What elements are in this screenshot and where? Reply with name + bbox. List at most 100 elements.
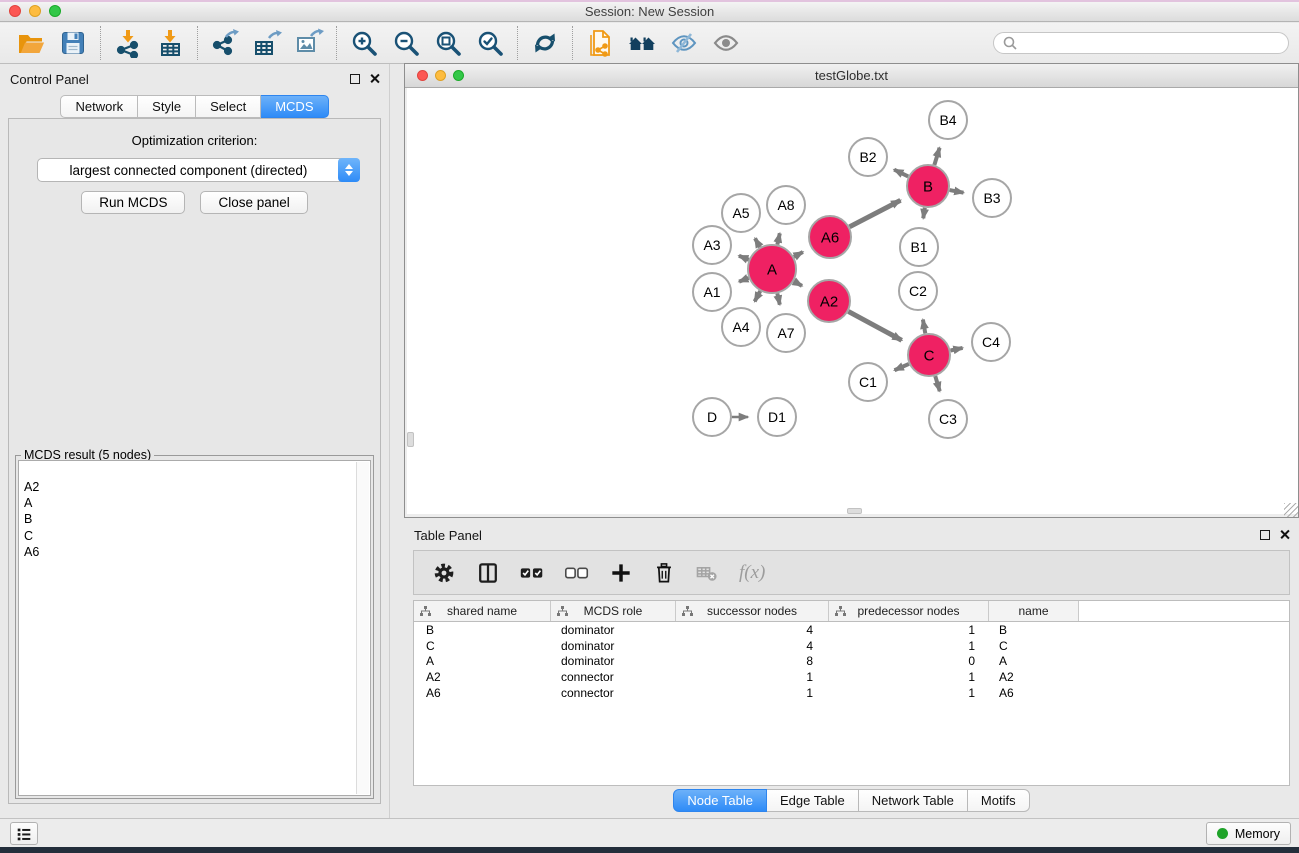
column-header-MCDS-role[interactable]: MCDS role (551, 601, 676, 621)
select-all-button[interactable] (518, 559, 546, 587)
table-row[interactable]: Adominator80A (414, 653, 1289, 669)
horizontal-scroll-thumb[interactable] (847, 508, 862, 514)
graph-node-C1[interactable]: C1 (849, 363, 887, 401)
memory-button[interactable]: Memory (1206, 822, 1291, 845)
zoom-in-button[interactable] (343, 25, 385, 61)
run-mcds-button[interactable]: Run MCDS (81, 191, 185, 214)
export-image-button[interactable] (288, 25, 330, 61)
tab-style[interactable]: Style (138, 95, 196, 118)
save-session-button[interactable] (52, 25, 94, 61)
column-header-successor-nodes[interactable]: successor nodes (676, 601, 829, 621)
refresh-button[interactable] (524, 25, 566, 61)
table-row[interactable]: A6connector11A6 (414, 685, 1289, 701)
network-document-button[interactable] (579, 25, 621, 61)
import-table-button[interactable] (149, 25, 191, 61)
graph-edge-A-A6[interactable] (794, 252, 803, 257)
graph-edge-B-B4[interactable] (934, 148, 939, 165)
graph-node-A[interactable]: A (748, 245, 796, 293)
tab-node-table[interactable]: Node Table (673, 789, 767, 812)
column-header-shared-name[interactable]: shared name (414, 601, 551, 621)
graph-node-A1[interactable]: A1 (693, 273, 731, 311)
graph-node-C[interactable]: C (908, 334, 950, 376)
graph-edge-A6-B[interactable] (850, 200, 901, 227)
graph-edge-A-A8[interactable] (777, 233, 779, 244)
table-row[interactable]: Cdominator41C (414, 638, 1289, 654)
graph-edge-C-C1[interactable] (895, 364, 909, 370)
graph-node-A5[interactable]: A5 (722, 194, 760, 232)
close-panel-button[interactable]: Close panel (200, 191, 307, 214)
zoom-selected-button[interactable] (469, 25, 511, 61)
graph-edge-A-A5[interactable] (755, 238, 760, 247)
deselect-all-button[interactable] (563, 559, 591, 587)
graph-edge-A-A1[interactable] (739, 278, 749, 282)
graph-node-B2[interactable]: B2 (849, 138, 887, 176)
graph-edge-A2-C[interactable] (848, 311, 901, 340)
table-row[interactable]: A2connector11A2 (414, 669, 1289, 685)
graph-node-A7[interactable]: A7 (767, 314, 805, 352)
search-input[interactable] (1023, 35, 1279, 51)
network-window-titlebar[interactable]: testGlobe.txt (405, 64, 1298, 88)
float-table-panel-icon[interactable] (1260, 530, 1270, 540)
eye-button[interactable] (705, 25, 747, 61)
network-canvas[interactable]: B4 B2 B B3 A8A5 A6 A3 B1 A A1 C2 A2 A4A7 C4 C C1 C3 D D1 (407, 88, 1298, 514)
zoom-out-button[interactable] (385, 25, 427, 61)
graph-node-B[interactable]: B (907, 165, 949, 207)
close-panel-icon[interactable] (369, 73, 380, 84)
graph-edge-B-B2[interactable] (894, 170, 908, 177)
graph-node-A3[interactable]: A3 (693, 226, 731, 264)
graph-edge-C-C3[interactable] (935, 376, 939, 391)
add-column-button[interactable] (608, 560, 634, 586)
graph-edge-C-C4[interactable] (951, 348, 963, 351)
graph-node-D[interactable]: D (693, 398, 731, 436)
tab-network-table[interactable]: Network Table (859, 789, 968, 812)
import-network-button[interactable] (107, 25, 149, 61)
mcds-result-item[interactable]: B (19, 511, 370, 527)
graph-node-A6[interactable]: A6 (809, 216, 851, 258)
result-scrollbar[interactable] (356, 462, 369, 794)
tab-select[interactable]: Select (196, 95, 261, 118)
zoom-fit-button[interactable] (427, 25, 469, 61)
task-history-button[interactable] (10, 822, 38, 845)
tab-motifs[interactable]: Motifs (968, 789, 1030, 812)
graph-edge-A-A4[interactable] (755, 291, 761, 301)
graph-node-A4[interactable]: A4 (722, 308, 760, 346)
function-builder-button[interactable]: f(x) (739, 562, 765, 584)
export-network-button[interactable] (204, 25, 246, 61)
mcds-result-list[interactable]: A2ABCA6 (18, 460, 371, 796)
export-table-button[interactable] (246, 25, 288, 61)
graph-edge-A-A2[interactable] (794, 281, 802, 286)
double-home-button[interactable] (621, 25, 663, 61)
graph-node-B1[interactable]: B1 (900, 228, 938, 266)
mcds-result-item[interactable]: A (19, 495, 370, 511)
tab-network[interactable]: Network (60, 95, 138, 118)
open-session-button[interactable] (10, 25, 52, 61)
delete-column-button[interactable] (651, 560, 677, 586)
eye-slash-button[interactable] (663, 25, 705, 61)
tab-edge-table[interactable]: Edge Table (767, 789, 859, 812)
graph-edge-C-C2[interactable] (923, 320, 925, 334)
search-box[interactable] (993, 32, 1289, 54)
graph-edge-B-B1[interactable] (923, 208, 925, 219)
graph-node-B4[interactable]: B4 (929, 101, 967, 139)
graph-edge-A-A7[interactable] (777, 293, 779, 304)
table-settings-button[interactable] (430, 559, 458, 587)
column-header-predecessor-nodes[interactable]: predecessor nodes (829, 601, 989, 621)
tab-mcds[interactable]: MCDS (261, 95, 328, 118)
graph-node-C3[interactable]: C3 (929, 400, 967, 438)
show-column-panel-button[interactable] (475, 560, 501, 586)
graph-node-D1[interactable]: D1 (758, 398, 796, 436)
graph-node-A8[interactable]: A8 (767, 186, 805, 224)
close-table-panel-icon[interactable] (1279, 529, 1290, 540)
graph-node-C2[interactable]: C2 (899, 272, 937, 310)
graph-node-A2[interactable]: A2 (808, 280, 850, 322)
graph-node-C4[interactable]: C4 (972, 323, 1010, 361)
window-resize-grip[interactable] (1284, 503, 1298, 517)
graph-node-B3[interactable]: B3 (973, 179, 1011, 217)
float-panel-icon[interactable] (350, 74, 360, 84)
graph-edge-A-A3[interactable] (739, 256, 749, 260)
column-header-name[interactable]: name (989, 601, 1079, 621)
mcds-result-item[interactable]: A6 (19, 544, 370, 560)
criterion-dropdown[interactable]: largest connected component (directed) (37, 158, 360, 182)
graph-edge-B-B3[interactable] (950, 190, 964, 193)
mcds-result-item[interactable]: C (19, 528, 370, 544)
